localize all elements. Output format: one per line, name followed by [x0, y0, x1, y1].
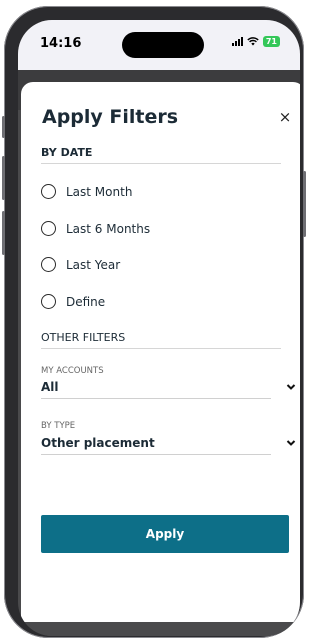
cellular-signal-icon	[231, 37, 243, 46]
volume-up-button	[2, 156, 5, 200]
chevron-down-icon	[286, 384, 296, 390]
by-type-label: BY TYPE	[41, 421, 76, 431]
power-button	[303, 171, 306, 237]
radio-last-year[interactable]: Last Year	[41, 257, 120, 272]
battery-icon: 71	[262, 36, 280, 47]
radio-circle-icon	[41, 257, 56, 272]
status-icons: 71	[231, 36, 280, 47]
radio-circle-icon	[41, 221, 56, 236]
wifi-icon	[247, 37, 259, 46]
dynamic-island	[122, 32, 204, 58]
radio-last-month[interactable]: Last Month	[41, 184, 132, 199]
by-type-value: Other placement	[41, 436, 271, 455]
apply-button[interactable]: Apply	[41, 515, 289, 553]
volume-down-button	[2, 211, 5, 255]
action-button	[2, 116, 5, 138]
close-button[interactable]: ×	[278, 110, 292, 125]
filter-sheet: Apply Filters × BY DATE Last Month Last …	[21, 82, 300, 622]
status-bar: 14:16 71	[18, 20, 300, 70]
status-time: 14:16	[40, 36, 82, 51]
radio-label: Define	[66, 294, 106, 309]
bottom-backdrop	[18, 622, 300, 636]
radio-label: Last 6 Months	[66, 221, 151, 236]
phone-frame: 14:16 71 Apply Filters × BY DATE Last Mo…	[2, 6, 306, 638]
sheet-title: Apply Filters	[42, 106, 179, 128]
by-date-heading: BY DATE	[41, 146, 281, 164]
chevron-down-icon	[286, 440, 296, 446]
radio-define[interactable]: Define	[41, 294, 105, 309]
my-accounts-label: MY ACCOUNTS	[41, 366, 104, 376]
my-accounts-value: All	[41, 380, 271, 399]
other-filters-heading: OTHER FILTERS	[41, 331, 281, 349]
my-accounts-select[interactable]: All	[41, 380, 296, 399]
by-type-select[interactable]: Other placement	[41, 436, 296, 455]
radio-label: Last Year	[66, 257, 121, 272]
radio-last-6-months[interactable]: Last 6 Months	[41, 221, 150, 236]
radio-circle-icon	[41, 184, 56, 199]
radio-circle-icon	[41, 294, 56, 309]
screen: 14:16 71 Apply Filters × BY DATE Last Mo…	[18, 20, 300, 636]
radio-label: Last Month	[66, 184, 133, 199]
